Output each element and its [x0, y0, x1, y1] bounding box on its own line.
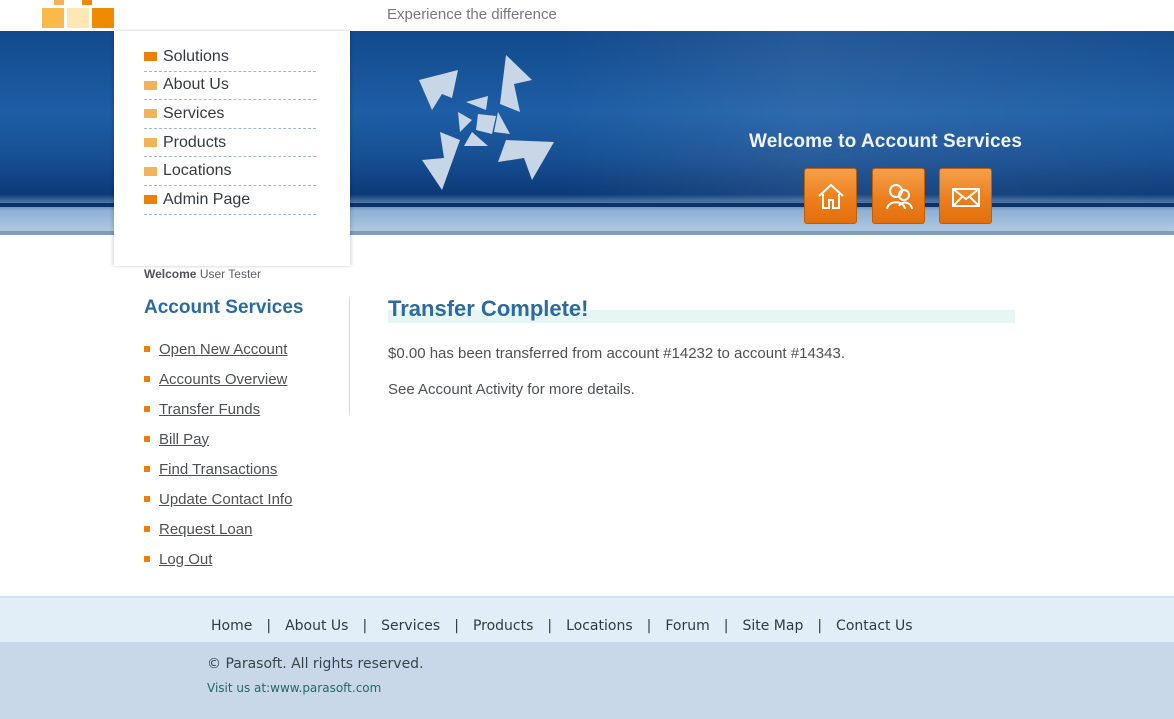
bullet-icon [144, 346, 150, 352]
footer-link-site-map[interactable]: Site Map [742, 618, 803, 634]
accounts-overview-link[interactable]: Accounts Overview [159, 371, 287, 388]
banner-glow [560, 31, 1174, 201]
nav-item-label: Locations [163, 162, 232, 180]
footer-link-forum[interactable]: Forum [665, 618, 709, 634]
about-icon [885, 184, 913, 210]
nav-item-admin-page[interactable]: Admin Page [144, 186, 316, 215]
top-strip: Experience the difference [0, 0, 1174, 31]
nav-item-locations[interactable]: Locations [144, 157, 316, 186]
account-services-menu: Open New Account Accounts Overview Trans… [144, 334, 292, 574]
footer-separator: | [362, 618, 368, 634]
copyright-text: © Parasoft. All rights reserved. [207, 656, 424, 672]
account-menu-item: Accounts Overview [144, 364, 292, 394]
log-out-link[interactable]: Log Out [159, 551, 212, 568]
footer-separator: | [547, 618, 553, 634]
nav-item-services[interactable]: Services [144, 100, 316, 129]
bullet-icon [144, 436, 150, 442]
nav-bullet-icon [144, 52, 157, 62]
welcome-user: Welcome User Tester [144, 267, 261, 281]
bullet-icon [144, 556, 150, 562]
about-button[interactable] [872, 168, 925, 224]
visit-us-link[interactable]: Visit us at:www.parasoft.com [207, 681, 381, 695]
open-new-account-link[interactable]: Open New Account [159, 341, 287, 358]
footer-separator: | [454, 618, 459, 634]
transfer-funds-link[interactable]: Transfer Funds [159, 401, 260, 418]
top-nav: Solutions About Us Services Products Loc… [144, 43, 316, 215]
footer-link-locations[interactable]: Locations [566, 618, 633, 634]
page-title: Transfer Complete! [388, 296, 589, 321]
transfer-result-message: $0.00 has been transferred from account … [388, 345, 845, 362]
bullet-icon [144, 376, 150, 382]
user-name: User Tester [199, 267, 261, 281]
side-divider [349, 297, 350, 415]
account-services-heading: Account Services [144, 297, 304, 318]
nav-item-label: Solutions [163, 47, 229, 65]
nav-item-label: About Us [163, 76, 229, 94]
nav-bullet-icon [144, 195, 157, 205]
footer-link-services[interactable]: Services [381, 618, 440, 634]
bullet-icon [144, 496, 150, 502]
nav-item-solutions[interactable]: Solutions [144, 43, 316, 72]
home-icon [817, 183, 844, 209]
account-activity-note: See Account Activity for more details. [388, 381, 635, 398]
logo[interactable] [42, 0, 115, 29]
nav-item-label: Products [163, 133, 227, 151]
account-menu-item: Bill Pay [144, 424, 292, 454]
logo-block [82, 0, 92, 5]
welcome-prefix: Welcome [144, 267, 197, 281]
welcome-title: Welcome to Account Services [749, 131, 1023, 152]
bill-pay-link[interactable]: Bill Pay [159, 431, 209, 448]
nav-item-about-us[interactable]: About Us [144, 72, 316, 101]
logo-block [54, 0, 64, 5]
logo-block [67, 8, 89, 28]
home-button[interactable] [804, 168, 857, 224]
bullet-icon [144, 406, 150, 412]
footer-nav: Home | About Us | Services | Products | … [211, 618, 913, 634]
nav-bullet-icon [144, 80, 157, 90]
find-transactions-link[interactable]: Find Transactions [159, 461, 277, 478]
request-loan-link[interactable]: Request Loan [159, 521, 252, 538]
footer-link-products[interactable]: Products [473, 618, 533, 634]
nav-bullet-icon [144, 109, 157, 119]
account-menu-item: Request Loan [144, 514, 292, 544]
contact-icon [951, 188, 980, 207]
account-menu-item: Update Contact Info [144, 484, 292, 514]
footer-link-home[interactable]: Home [211, 618, 252, 634]
logo-block [42, 8, 64, 28]
footer-separator: | [646, 618, 652, 634]
footer-separator: | [723, 618, 729, 634]
footer-link-about-us[interactable]: About Us [285, 618, 348, 634]
footer-separator: | [266, 618, 272, 634]
nav-item-label: Services [163, 104, 225, 122]
account-menu-item: Transfer Funds [144, 394, 292, 424]
nav-item-products[interactable]: Products [144, 129, 316, 158]
nav-bullet-icon [144, 138, 157, 148]
logo-block [92, 8, 114, 28]
account-menu-item: Open New Account [144, 334, 292, 364]
footer-bottom [0, 642, 1174, 719]
update-contact-info-link[interactable]: Update Contact Info [159, 491, 292, 508]
bullet-icon [144, 526, 150, 532]
nav-item-label: Admin Page [163, 190, 251, 208]
nav-bullet-icon [144, 166, 157, 176]
account-menu-item: Find Transactions [144, 454, 292, 484]
account-menu-item: Log Out [144, 544, 292, 574]
footer-link-contact-us[interactable]: Contact Us [836, 618, 912, 634]
contact-button[interactable] [939, 168, 992, 224]
footer-separator: | [817, 618, 823, 634]
arrows-emblem-icon [419, 55, 554, 190]
tagline: Experience the difference [387, 6, 557, 23]
bullet-icon [144, 466, 150, 472]
